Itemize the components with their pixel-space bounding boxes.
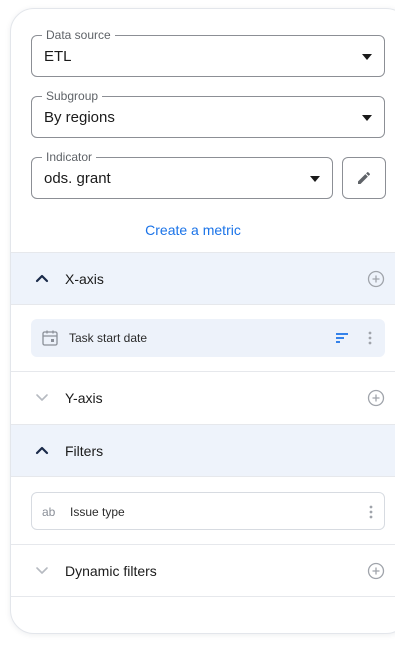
more-vert-icon[interactable] (367, 330, 373, 346)
chevron-down-icon[interactable] (35, 392, 49, 402)
add-circle-icon[interactable] (367, 270, 385, 288)
section-filters-title: Filters (65, 443, 104, 459)
more-vert-icon[interactable] (368, 504, 374, 520)
data-source-label: Data source (42, 28, 115, 42)
edit-indicator-button[interactable] (342, 157, 386, 199)
calendar-icon (42, 330, 58, 346)
x-axis-item-task-start-date[interactable]: Task start date (31, 319, 385, 357)
data-source-select[interactable]: Data source ETL (31, 28, 385, 77)
filter-item-label: Issue type (70, 505, 125, 519)
chevron-down-icon[interactable] (35, 565, 49, 575)
section-x-axis-title: X-axis (65, 271, 104, 287)
section-y-axis-title: Y-axis (65, 390, 103, 406)
text-type-icon: ab (42, 505, 56, 519)
section-dynamic-filters-title: Dynamic filters (65, 563, 157, 579)
filter-item-issue-type[interactable]: ab Issue type (31, 492, 385, 530)
chevron-up-icon[interactable] (35, 273, 49, 283)
chevron-down-icon (362, 54, 372, 60)
section-x-axis[interactable]: X-axis (11, 252, 395, 304)
section-y-axis[interactable]: Y-axis (11, 371, 395, 423)
pencil-icon (358, 171, 371, 184)
chevron-up-icon[interactable] (35, 445, 49, 455)
data-source-value: ETL (44, 48, 72, 65)
add-circle-icon[interactable] (367, 562, 385, 580)
chart-settings-panel: Data source ETL Subgroup By regions Indi… (10, 8, 395, 634)
indicator-select[interactable]: Indicator ods. grant (31, 150, 333, 199)
x-axis-item-label: Task start date (69, 331, 148, 345)
create-metric-link[interactable]: Create a metric (11, 221, 375, 239)
chevron-down-icon (362, 115, 372, 121)
add-circle-icon[interactable] (367, 389, 385, 407)
subgroup-select[interactable]: Subgroup By regions (31, 89, 385, 138)
indicator-label: Indicator (42, 150, 97, 164)
chevron-down-icon (310, 176, 320, 182)
section-dynamic-filters[interactable]: Dynamic filters (11, 544, 395, 596)
subgroup-label: Subgroup (42, 89, 103, 103)
indicator-value: ods. grant (44, 170, 111, 187)
section-filters[interactable]: Filters (11, 424, 395, 476)
subgroup-value: By regions (44, 109, 115, 126)
sort-icon[interactable] (335, 332, 349, 344)
